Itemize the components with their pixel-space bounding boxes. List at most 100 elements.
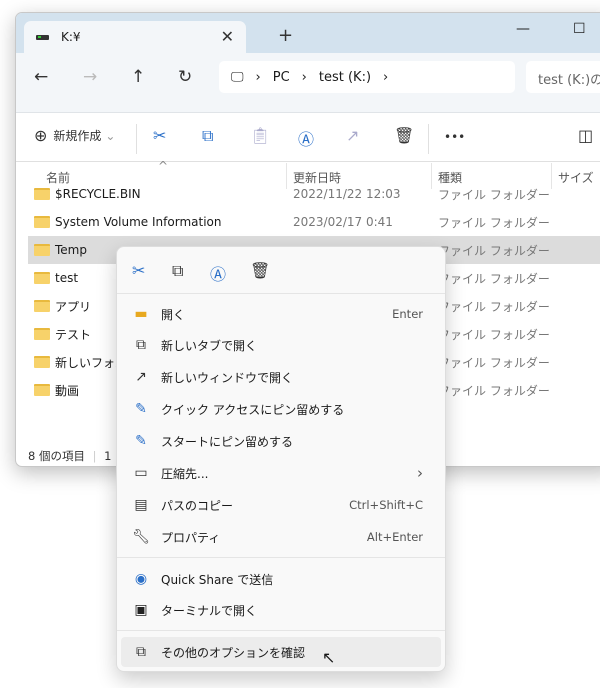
more-button[interactable]: ••• (444, 130, 465, 144)
divider (428, 124, 429, 154)
menu-item-terminal[interactable]: ▣ ターミナルで開く (121, 595, 441, 625)
folder-icon (34, 244, 50, 256)
tab-title: K:¥ (61, 30, 81, 44)
new-tab-icon: ⧉ (136, 337, 146, 353)
menu-label: 圧縮先... (161, 466, 209, 481)
file-type: ファイル フォルダー (438, 215, 550, 230)
selected-count: 1 (104, 449, 112, 463)
details-pane-icon[interactable]: ◫ (578, 126, 593, 145)
minimize-button[interactable]: — (516, 21, 530, 37)
up-button[interactable]: ↑ (131, 67, 145, 87)
file-name: $RECYCLE.BIN (55, 187, 141, 201)
menu-item-pin-start[interactable]: ✎ スタートにピン留めする (121, 426, 441, 456)
file-name: 動画 (55, 383, 80, 398)
file-row[interactable]: System Volume Information 2023/02/17 0:41… (28, 208, 600, 236)
folder-icon (34, 188, 50, 200)
copy-path-icon: ▤ (134, 497, 148, 513)
plus-circle-icon: ⊕ (34, 126, 48, 145)
delete-icon[interactable]: 🗑︎ (394, 126, 414, 145)
chevron-icon: › (301, 69, 307, 85)
menu-label: クイック アクセスにピン留めする (161, 402, 345, 417)
copy-icon[interactable]: ⧉ (172, 261, 183, 281)
delete-icon[interactable]: 🗑︎ (250, 261, 270, 280)
command-bar: ⊕ 新規作成 ⌄ ✂ ⧉ 📋︎ Ⓐ ↗ 🗑︎ ••• ◫ (16, 114, 600, 162)
menu-shortcut: Ctrl+Shift+C (349, 498, 423, 512)
cut-icon[interactable]: ✂ (132, 261, 145, 280)
divider (117, 630, 445, 631)
folder-icon (34, 356, 50, 368)
menu-item-quick-share[interactable]: ◉ Quick Share で送信 (121, 564, 441, 594)
terminal-icon: ▣ (134, 602, 148, 618)
menu-label: スタートにピン留めする (161, 434, 294, 449)
file-name: アプリ (55, 299, 92, 314)
menu-label: プロパティ (161, 530, 221, 545)
menu-shortcut: Alt+Enter (366, 530, 423, 544)
maximize-button[interactable]: ☐ (573, 21, 586, 37)
file-type: ファイル フォルダー (438, 355, 550, 370)
copy-icon[interactable]: ⧉ (202, 126, 213, 146)
menu-item-properties[interactable]: 🔧︎ プロパティ Alt+Enter (121, 522, 441, 552)
breadcrumb-test[interactable]: test (K:) (319, 70, 371, 85)
menu-item-compress[interactable]: ▭ 圧縮先... › (121, 458, 441, 488)
tab-bar: K:¥ ✕ + — ☐ (16, 13, 600, 53)
file-name: test (55, 271, 79, 285)
share-icon[interactable]: ↗ (346, 126, 359, 145)
cut-icon[interactable]: ✂ (153, 126, 166, 145)
pin-icon: ✎ (135, 401, 147, 417)
rename-icon[interactable]: Ⓐ (210, 261, 226, 285)
menu-item-more-options[interactable]: ⧉ その他のオプションを確認 (121, 637, 441, 667)
chevron-icon: › (383, 69, 389, 85)
paste-icon[interactable]: 📋︎ (250, 126, 270, 145)
menu-label: パスのコピー (161, 498, 234, 513)
drive-icon (36, 34, 49, 40)
navigation-bar: ← → ↑ ↻ 🖵 › PC › test (K:) › test (K:)の (16, 53, 600, 113)
file-name: System Volume Information (55, 215, 222, 229)
close-tab-icon[interactable]: ✕ (221, 27, 234, 46)
menu-item-pin-quick-access[interactable]: ✎ クイック アクセスにピン留めする (121, 394, 441, 424)
new-tab-button[interactable]: + (278, 25, 293, 46)
chevron-icon: › (255, 69, 261, 85)
folder-icon (34, 300, 50, 312)
menu-item-open-new-tab[interactable]: ⧉ 新しいタブで開く (121, 330, 441, 360)
mouse-cursor-icon: ↖ (322, 648, 336, 667)
pc-icon: 🖵 (231, 69, 244, 85)
item-count: 8 個の項目 (28, 449, 85, 463)
menu-item-copy-path[interactable]: ▤ パスのコピー Ctrl+Shift+C (121, 490, 441, 520)
menu-label: 新しいウィンドウで開く (161, 370, 294, 385)
menu-label: その他のオプションを確認 (161, 645, 306, 660)
tab-k-drive[interactable]: K:¥ ✕ (24, 21, 246, 53)
file-type: ファイル フォルダー (438, 327, 550, 342)
chevron-down-icon: ⌄ (105, 128, 116, 143)
pin-icon: ✎ (135, 433, 147, 449)
address-bar[interactable]: 🖵 › PC › test (K:) › (219, 61, 515, 93)
folder-open-icon: ▬ (134, 306, 148, 322)
divider (117, 557, 445, 558)
menu-item-open-new-window[interactable]: ↗ 新しいウィンドウで開く (121, 362, 441, 392)
chevron-right-icon: › (417, 464, 423, 482)
forward-button[interactable]: → (83, 67, 97, 87)
file-name: Temp (55, 243, 87, 257)
file-type: ファイル フォルダー (438, 243, 550, 258)
folder-icon (34, 272, 50, 284)
new-button[interactable]: ⊕ 新規作成 ⌄ (34, 126, 115, 145)
file-date: 2023/02/17 0:41 (293, 215, 393, 229)
menu-item-open[interactable]: ▬ 開く Enter (121, 299, 441, 329)
search-input[interactable]: test (K:)の (526, 61, 600, 93)
menu-label: Quick Share で送信 (161, 572, 274, 587)
context-menu: ✂ ⧉ Ⓐ 🗑︎ ▬ 開く Enter ⧉ 新しいタブで開く ↗ 新しいウィンドウで開く… (116, 246, 446, 672)
wrench-icon: 🔧︎ (132, 529, 150, 545)
quick-share-icon: ◉ (134, 571, 148, 587)
refresh-button[interactable]: ↻ (178, 67, 192, 87)
new-window-icon: ↗ (135, 369, 147, 385)
menu-label: 開く (161, 307, 186, 322)
file-type: ファイル フォルダー (438, 271, 550, 286)
back-button[interactable]: ← (34, 67, 48, 87)
file-type: ファイル フォルダー (438, 383, 550, 398)
menu-shortcut: Enter (392, 307, 423, 321)
file-date: 2022/11/22 12:03 (293, 187, 401, 201)
status-bar: 8 個の項目 | 1 (28, 449, 112, 463)
breadcrumb-pc[interactable]: PC (273, 70, 290, 85)
context-quick-actions: ✂ ⧉ Ⓐ 🗑︎ (117, 247, 445, 294)
file-row[interactable]: $RECYCLE.BIN 2022/11/22 12:03 ファイル フォルダー (28, 180, 600, 208)
rename-icon[interactable]: Ⓐ (298, 126, 314, 150)
